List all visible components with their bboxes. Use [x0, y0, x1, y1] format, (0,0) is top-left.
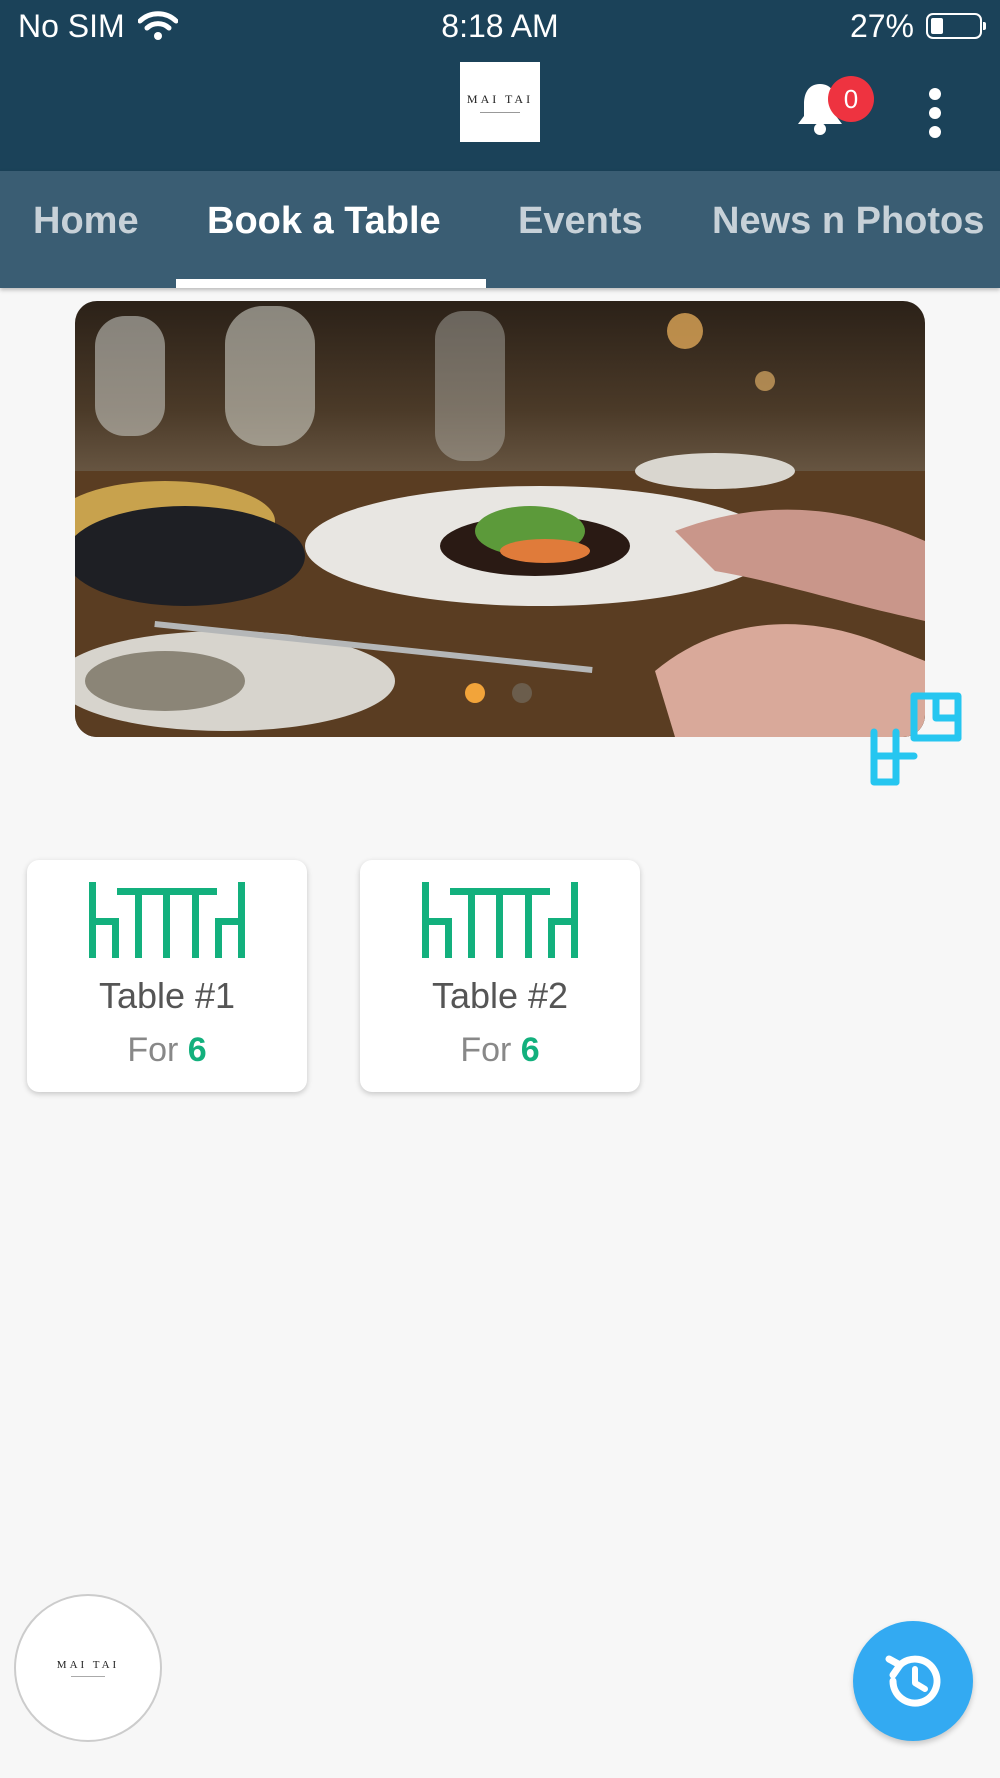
restaurant-logo-button[interactable]: MAI TAI [14, 1594, 162, 1742]
tab-news-n-photos[interactable]: News n Photos [712, 171, 984, 288]
for-label: For [460, 1031, 512, 1069]
table-name: Table #1 [98, 975, 236, 1016]
table-capacity: For 6 [27, 1031, 307, 1070]
tab-events[interactable]: Events [518, 171, 643, 288]
history-icon [885, 1655, 941, 1707]
notification-badge: 0 [828, 76, 874, 122]
table-card-2[interactable]: Table #2 For 6 [360, 860, 640, 1092]
battery-percent: 27% [849, 8, 914, 44]
more-vertical-icon[interactable] [920, 84, 950, 140]
logo-text: MAI TAI [466, 91, 534, 106]
for-label: For [127, 1031, 179, 1069]
status-bar: No SIM 8:18 AM 27% [0, 0, 1000, 56]
table-capacity: For 6 [360, 1031, 640, 1070]
dining-table-icon [89, 882, 245, 958]
history-button[interactable] [853, 1621, 973, 1741]
table-card-1[interactable]: Table #1 For 6 [27, 860, 307, 1092]
tab-bar: Home Book a Table Events News n Photos [0, 171, 1000, 288]
dining-table-icon [422, 882, 578, 958]
image-carousel[interactable] [75, 301, 925, 737]
logo-text: MAI TAI [56, 1659, 120, 1671]
restaurant-photo [75, 306, 925, 737]
app-header: MAI TAI 0 [0, 56, 1000, 171]
table-name: Table #2 [431, 975, 569, 1016]
battery-icon [926, 13, 986, 39]
carousel-dot-active[interactable] [465, 683, 485, 703]
brand-logo[interactable]: MAI TAI [460, 62, 540, 142]
tab-book-a-table[interactable]: Book a Table [207, 171, 441, 288]
tab-home[interactable]: Home [33, 171, 139, 288]
seat-count: 6 [187, 1031, 207, 1069]
carousel-dot[interactable] [512, 683, 532, 703]
ar-view-icon[interactable] [866, 688, 970, 792]
seat-count: 6 [520, 1031, 540, 1069]
active-tab-indicator [176, 279, 486, 288]
